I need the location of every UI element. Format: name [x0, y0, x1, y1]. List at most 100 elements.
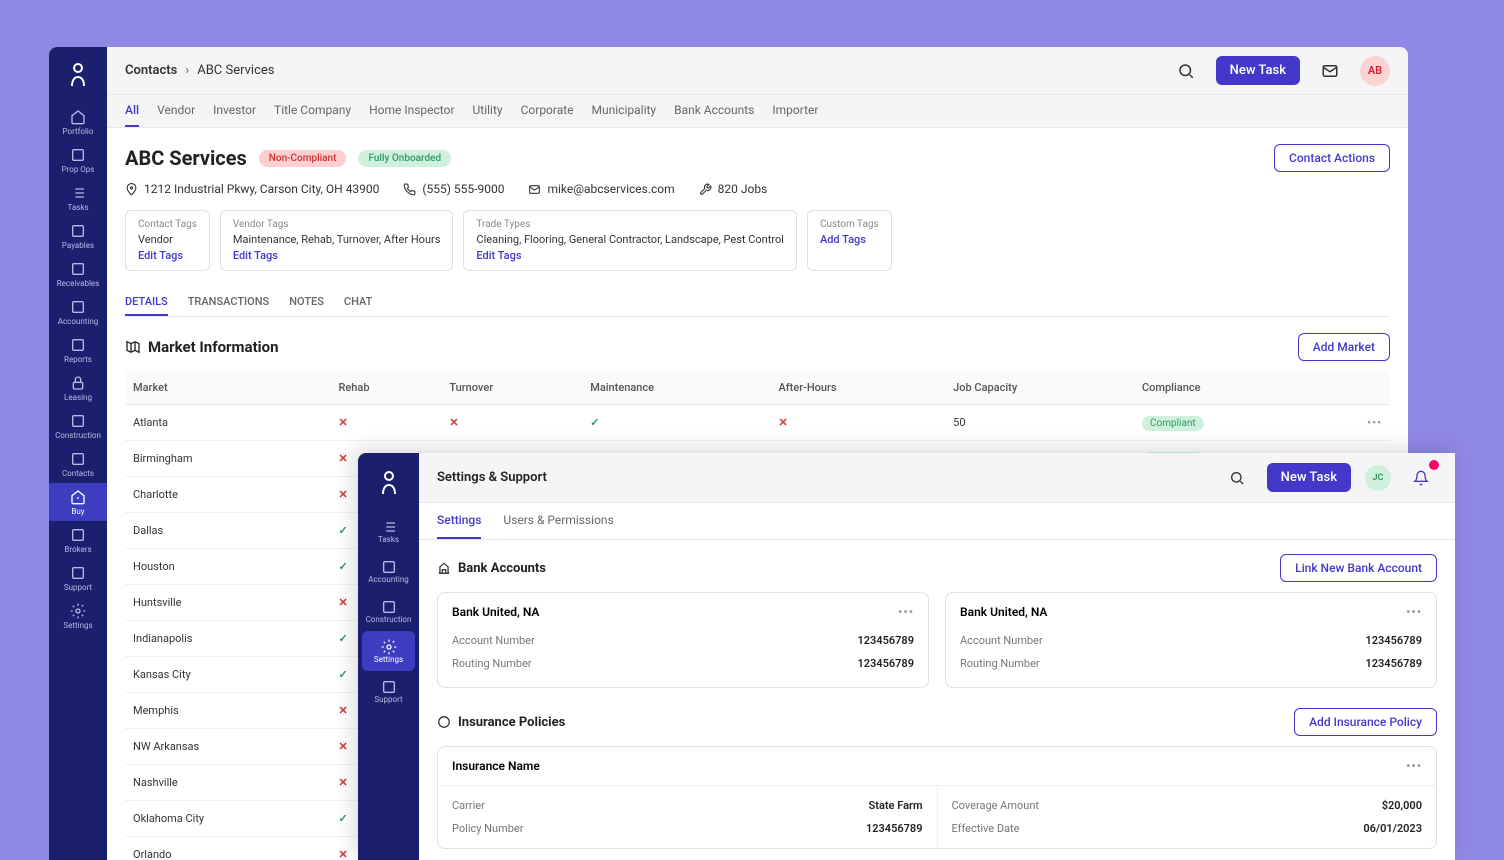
breadcrumb: Contacts › ABC Services: [125, 63, 274, 78]
sidebar-item-contacts[interactable]: Contacts: [49, 445, 107, 483]
subtab-chat[interactable]: CHAT: [344, 289, 372, 316]
tag-box: Custom TagsAdd Tags: [807, 210, 892, 271]
cross-icon: ✕: [338, 488, 347, 501]
leasing-icon: [70, 375, 86, 391]
construction-icon: [381, 599, 397, 615]
tab-utility[interactable]: Utility: [473, 95, 503, 127]
tag-box: Contact TagsVendorEdit Tags: [125, 210, 210, 271]
sidebar-item-accounting[interactable]: Accounting: [358, 551, 419, 591]
tab-investor[interactable]: Investor: [213, 95, 256, 127]
cross-icon: ✕: [338, 848, 347, 860]
avatar[interactable]: JC: [1365, 465, 1391, 491]
sidebar-item-tasks[interactable]: Tasks: [358, 511, 419, 551]
sidebar-item-support[interactable]: Support: [358, 671, 419, 711]
portfolio-icon: [70, 109, 86, 125]
address: 1212 Industrial Pkwy, Carson City, OH 43…: [125, 182, 379, 196]
tab-importer[interactable]: Importer: [772, 95, 818, 127]
contact-actions-button[interactable]: Contact Actions: [1274, 144, 1390, 172]
sidebar-item-leasing[interactable]: Leasing: [49, 369, 107, 407]
search-icon[interactable]: [1170, 55, 1202, 87]
edit-tags-link[interactable]: Edit Tags: [138, 249, 197, 262]
sidebar-item-portfolio[interactable]: Portfolio: [49, 103, 107, 141]
email: mike@abcservices.com: [528, 182, 674, 196]
accounting-icon: [70, 299, 86, 315]
tab-home-inspector[interactable]: Home Inspector: [369, 95, 454, 127]
subtab-transactions[interactable]: TRANSACTIONS: [188, 289, 270, 316]
contacts-icon: [70, 451, 86, 467]
settings-icon: [70, 603, 86, 619]
tab-vendor[interactable]: Vendor: [157, 95, 195, 127]
sidebar-item-construction[interactable]: Construction: [49, 407, 107, 445]
prop ops-icon: [70, 147, 86, 163]
sidebar-item-settings[interactable]: Settings: [49, 597, 107, 635]
status-badge: Fully Onboarded: [358, 150, 451, 167]
logo-icon: [371, 465, 407, 501]
phone: (555) 555-9000: [403, 182, 504, 196]
cross-icon: ✕: [338, 596, 347, 609]
sidebar-item-buy[interactable]: Buy: [49, 483, 107, 521]
sidebar-item-payables[interactable]: Payables: [49, 217, 107, 255]
tab-corporate[interactable]: Corporate: [521, 95, 574, 127]
tasks-icon: [381, 519, 397, 535]
buy-icon: [70, 489, 86, 505]
tab-all[interactable]: All: [125, 95, 139, 127]
tag-box: Vendor TagsMaintenance, Rehab, Turnover,…: [220, 210, 454, 271]
add-insurance-button[interactable]: Add Insurance Policy: [1294, 708, 1437, 736]
avatar[interactable]: AB: [1360, 56, 1390, 86]
sidebar-item-accounting[interactable]: Accounting: [49, 293, 107, 331]
cross-icon: ✕: [338, 776, 347, 789]
type-tabs: All Vendor Investor Title Company Home Inspe…: [107, 95, 1408, 128]
cross-icon: ✕: [338, 704, 347, 717]
overlay-window: TasksAccountingConstructionSettingsSuppo…: [358, 453, 1455, 860]
more-icon[interactable]: •••: [1367, 416, 1382, 429]
add-market-button[interactable]: Add Market: [1298, 333, 1390, 361]
check-icon: ✓: [338, 524, 347, 537]
tab-bank-accounts[interactable]: Bank Accounts: [674, 95, 754, 127]
cross-icon: ✕: [778, 416, 787, 429]
sidebar-item-tasks[interactable]: Tasks: [49, 179, 107, 217]
accounting-icon: [381, 559, 397, 575]
cross-icon: ✕: [338, 416, 347, 429]
sidebar-item-construction[interactable]: Construction: [358, 591, 419, 631]
cross-icon: ✕: [338, 740, 347, 753]
new-task-button[interactable]: New Task: [1267, 463, 1351, 492]
subtab-details[interactable]: DETAILS: [125, 289, 168, 316]
sidebar-item-receivables[interactable]: Receivables: [49, 255, 107, 293]
page-title: ABC Services: [125, 146, 247, 170]
status-badge: Non-Compliant: [259, 150, 347, 167]
edit-tags-link[interactable]: Edit Tags: [476, 249, 784, 262]
edit-tags-link[interactable]: Edit Tags: [233, 249, 441, 262]
sidebar-item-prop-ops[interactable]: Prop Ops: [49, 141, 107, 179]
support-icon: [381, 679, 397, 695]
more-icon[interactable]: •••: [898, 605, 914, 619]
logo-icon: [60, 57, 96, 93]
payables-icon: [70, 223, 86, 239]
edit-tags-link[interactable]: Add Tags: [820, 233, 879, 246]
search-icon[interactable]: [1221, 462, 1253, 494]
more-icon[interactable]: •••: [1406, 605, 1422, 619]
tab-title-company[interactable]: Title Company: [274, 95, 351, 127]
receivables-icon: [70, 261, 86, 277]
sidebar-item-support[interactable]: Support: [49, 559, 107, 597]
bank-card: Bank United, NA••• Account Number1234567…: [437, 592, 929, 688]
sidebar-item-reports[interactable]: Reports: [49, 331, 107, 369]
construction-icon: [70, 413, 86, 429]
breadcrumb-root[interactable]: Contacts: [125, 63, 177, 78]
new-task-button[interactable]: New Task: [1216, 56, 1300, 85]
mail-icon[interactable]: [1314, 55, 1346, 87]
tab-municipality[interactable]: Municipality: [592, 95, 657, 127]
cross-icon: ✕: [449, 416, 458, 429]
topbar: Contacts › ABC Services New Task AB: [107, 47, 1408, 95]
insurance-name: Insurance Name: [452, 759, 540, 773]
more-icon[interactable]: •••: [1406, 759, 1422, 773]
jobs: 820 Jobs: [699, 182, 768, 196]
link-bank-button[interactable]: Link New Bank Account: [1280, 554, 1437, 582]
check-icon: ✓: [338, 632, 347, 645]
tab-users-permissions[interactable]: Users & Permissions: [503, 503, 613, 539]
subtab-notes[interactable]: NOTES: [289, 289, 324, 316]
brokers-icon: [70, 527, 86, 543]
bell-icon[interactable]: [1405, 462, 1437, 494]
sidebar-item-brokers[interactable]: Brokers: [49, 521, 107, 559]
tab-settings[interactable]: Settings: [437, 503, 481, 539]
sidebar-item-settings[interactable]: Settings: [362, 631, 415, 671]
